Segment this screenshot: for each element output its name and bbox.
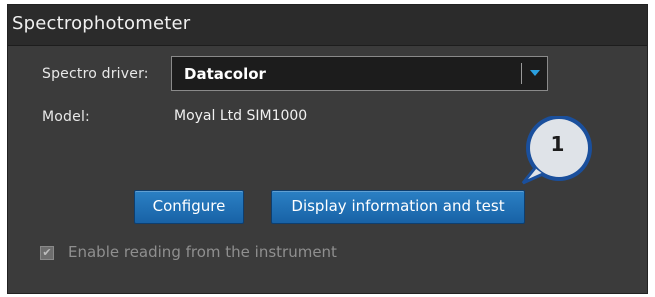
chevron-down-icon[interactable] bbox=[530, 70, 540, 76]
spectro-driver-value: Datacolor bbox=[184, 65, 266, 83]
dropdown-separator bbox=[521, 63, 522, 84]
enable-reading-label: Enable reading from the instrument bbox=[68, 243, 337, 261]
enable-reading-checkbox[interactable]: ✔ bbox=[40, 246, 54, 260]
panel-title: Spectrophotometer bbox=[12, 13, 191, 34]
spectro-driver-select[interactable]: Datacolor bbox=[171, 56, 548, 91]
display-information-and-test-button[interactable]: Display information and test bbox=[271, 190, 525, 224]
callout-badge: 1 bbox=[519, 115, 596, 185]
callout-number: 1 bbox=[550, 132, 565, 156]
model-label: Model: bbox=[42, 109, 90, 125]
panel-titlebar: Spectrophotometer bbox=[8, 5, 647, 46]
configure-button[interactable]: Configure bbox=[134, 190, 244, 224]
spectro-driver-label: Spectro driver: bbox=[42, 66, 149, 82]
model-value: Moyal Ltd SIM1000 bbox=[174, 108, 308, 124]
